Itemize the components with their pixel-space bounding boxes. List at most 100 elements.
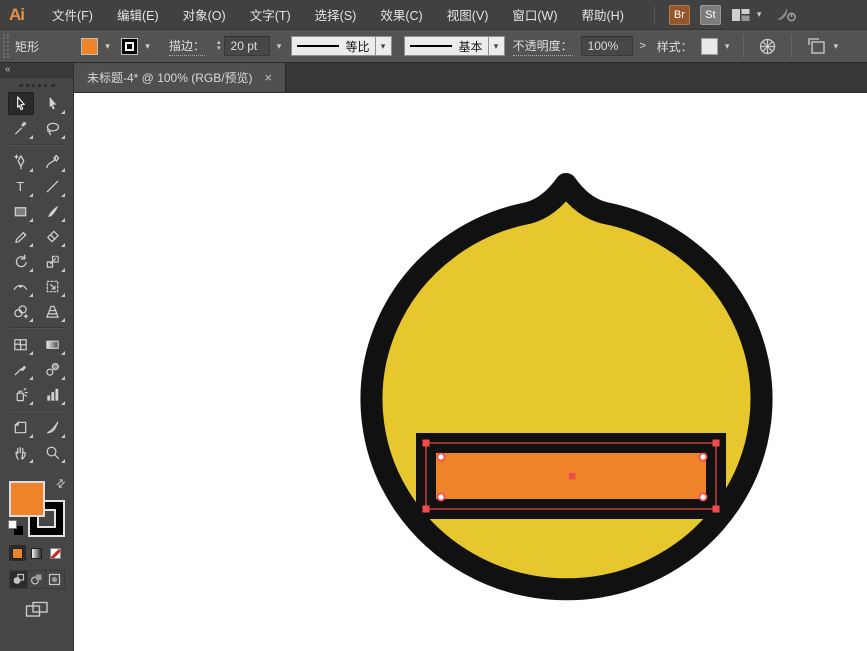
workspace-switcher-icon[interactable]: ▾ <box>731 8 762 22</box>
perspective-grid-tool[interactable] <box>40 300 66 323</box>
width-profile-select[interactable]: 等比 <box>291 36 376 56</box>
arrange-documents-icon[interactable]: ▾ <box>806 37 839 55</box>
symbol-sprayer-tool[interactable] <box>8 383 34 406</box>
divider <box>10 144 64 146</box>
canvas[interactable] <box>74 93 867 651</box>
selection-handle-top-right[interactable] <box>713 440 720 447</box>
opacity-label[interactable]: 不透明度： <box>513 37 573 56</box>
lemon-shape[interactable] <box>371 184 761 589</box>
document-tab[interactable]: 未标题-4* @ 100% (RGB/预览) × <box>74 63 286 92</box>
screen-mode-button[interactable] <box>25 601 49 619</box>
fill-proxy[interactable] <box>9 481 45 517</box>
menu-help[interactable]: 帮助(H) <box>570 0 636 30</box>
document-title: 未标题-4* @ 100% (RGB/预览) <box>87 69 253 86</box>
draw-inside-button[interactable] <box>46 571 63 588</box>
column-graph-tool[interactable] <box>40 383 66 406</box>
selection-handle-top-left[interactable] <box>423 440 430 447</box>
brush-definition-select[interactable]: 基本 <box>404 36 489 56</box>
menu-select[interactable]: 选择(S) <box>303 0 369 30</box>
menu-window[interactable]: 窗口(W) <box>500 0 569 30</box>
width-profile-line <box>297 45 339 47</box>
toolbar-collapse-button[interactable]: « <box>0 63 73 78</box>
line-segment-tool[interactable] <box>40 175 66 198</box>
menu-object[interactable]: 对象(O) <box>171 0 238 30</box>
rotate-tool[interactable] <box>8 250 34 273</box>
type-tool[interactable]: T <box>8 175 34 198</box>
bridge-button[interactable]: Br <box>669 5 690 25</box>
none-button[interactable] <box>47 545 64 561</box>
slice-tool[interactable] <box>40 416 66 439</box>
opacity-field[interactable]: 100% <box>581 36 633 56</box>
fill-color-dropdown[interactable]: ▾ <box>81 37 115 56</box>
default-fill-stroke-icon[interactable] <box>8 520 23 535</box>
selection-handle-bottom-left[interactable] <box>423 506 430 513</box>
opacity-expand-button[interactable]: > <box>635 36 651 56</box>
corner-widget-bottom-left[interactable] <box>437 493 444 500</box>
cs-live-icon[interactable] <box>775 6 797 23</box>
gradient-button[interactable] <box>28 545 45 561</box>
selection-center-point[interactable] <box>569 473 576 480</box>
gradient-tool[interactable] <box>40 333 66 356</box>
stroke-color-swatch[interactable] <box>121 38 138 55</box>
mesh-tool[interactable] <box>8 333 34 356</box>
style-dropdown[interactable]: ▾ <box>720 37 735 56</box>
style-swatch[interactable] <box>701 38 718 55</box>
draw-normal-button[interactable] <box>10 571 28 588</box>
close-tab-icon[interactable]: × <box>265 71 273 84</box>
draw-behind-button[interactable] <box>28 571 46 588</box>
stroke-weight-stepper[interactable]: ▴▾ <box>217 40 221 52</box>
control-bar: 矩形 ▾ ▾ 描边： ▴▾ 20 pt ▾ 等比 ▾ 基本 ▾ 不透明度： 10… <box>0 30 867 63</box>
stroke-weight-label[interactable]: 描边： <box>169 37 205 56</box>
hand-tool[interactable] <box>8 441 34 464</box>
menu-view[interactable]: 视图(V) <box>435 0 501 30</box>
corner-widget-top-left[interactable] <box>437 453 444 460</box>
tools-panel: « T <box>0 63 74 651</box>
divider <box>791 34 792 58</box>
pencil-tool[interactable] <box>8 225 34 248</box>
width-profile-value: 等比 <box>346 38 370 55</box>
free-transform-tool[interactable] <box>40 275 66 298</box>
context-label: 矩形 <box>15 38 73 55</box>
stroke-color-dropdown[interactable]: ▾ <box>121 37 155 56</box>
corner-widget-bottom-right[interactable] <box>699 493 706 500</box>
eyedropper-tool[interactable] <box>8 358 34 381</box>
color-button[interactable] <box>9 545 26 561</box>
brush-definition-chevron[interactable]: ▾ <box>489 36 505 56</box>
paintbrush-tool[interactable] <box>40 200 66 223</box>
selection-tool[interactable] <box>8 92 34 115</box>
corner-widget-top-right[interactable] <box>699 453 706 460</box>
artwork <box>74 93 867 651</box>
divider <box>654 6 655 24</box>
fill-color-swatch[interactable] <box>81 38 98 55</box>
document-tab-bar: 未标题-4* @ 100% (RGB/预览) × <box>74 63 867 93</box>
stroke-weight-dropdown[interactable]: ▾ <box>272 37 287 56</box>
swap-fill-stroke-icon[interactable]: ⇄ <box>53 476 69 492</box>
menu-file[interactable]: 文件(F) <box>40 0 105 30</box>
menu-effect[interactable]: 效果(C) <box>368 0 434 30</box>
menu-type[interactable]: 文字(T) <box>238 0 303 30</box>
blend-tool[interactable] <box>40 358 66 381</box>
width-tool[interactable] <box>8 275 34 298</box>
scale-tool[interactable] <box>40 250 66 273</box>
eraser-tool[interactable] <box>40 225 66 248</box>
rectangle-tool[interactable] <box>8 200 34 223</box>
menu-edit[interactable]: 编辑(E) <box>105 0 171 30</box>
recolor-artwork-icon[interactable] <box>758 37 777 56</box>
drawing-mode-buttons <box>9 570 65 589</box>
stock-button[interactable]: St <box>700 5 721 25</box>
magic-wand-tool[interactable] <box>8 117 34 140</box>
shape-builder-tool[interactable] <box>8 300 34 323</box>
panel-grip[interactable] <box>3 34 9 58</box>
artboard-tool[interactable] <box>8 416 34 439</box>
stroke-weight-field[interactable]: 20 pt <box>224 36 270 56</box>
width-profile-chevron[interactable]: ▾ <box>376 36 392 56</box>
toolbar-grip[interactable] <box>19 84 55 87</box>
color-mode-buttons <box>9 545 65 561</box>
zoom-tool[interactable] <box>40 441 66 464</box>
curvature-tool[interactable] <box>40 150 66 173</box>
direct-selection-tool[interactable] <box>40 92 66 115</box>
pen-tool[interactable] <box>8 150 34 173</box>
lasso-tool[interactable] <box>40 117 66 140</box>
menu-bar: Ai 文件(F) 编辑(E) 对象(O) 文字(T) 选择(S) 效果(C) 视… <box>0 0 867 30</box>
selection-handle-bottom-right[interactable] <box>713 506 720 513</box>
